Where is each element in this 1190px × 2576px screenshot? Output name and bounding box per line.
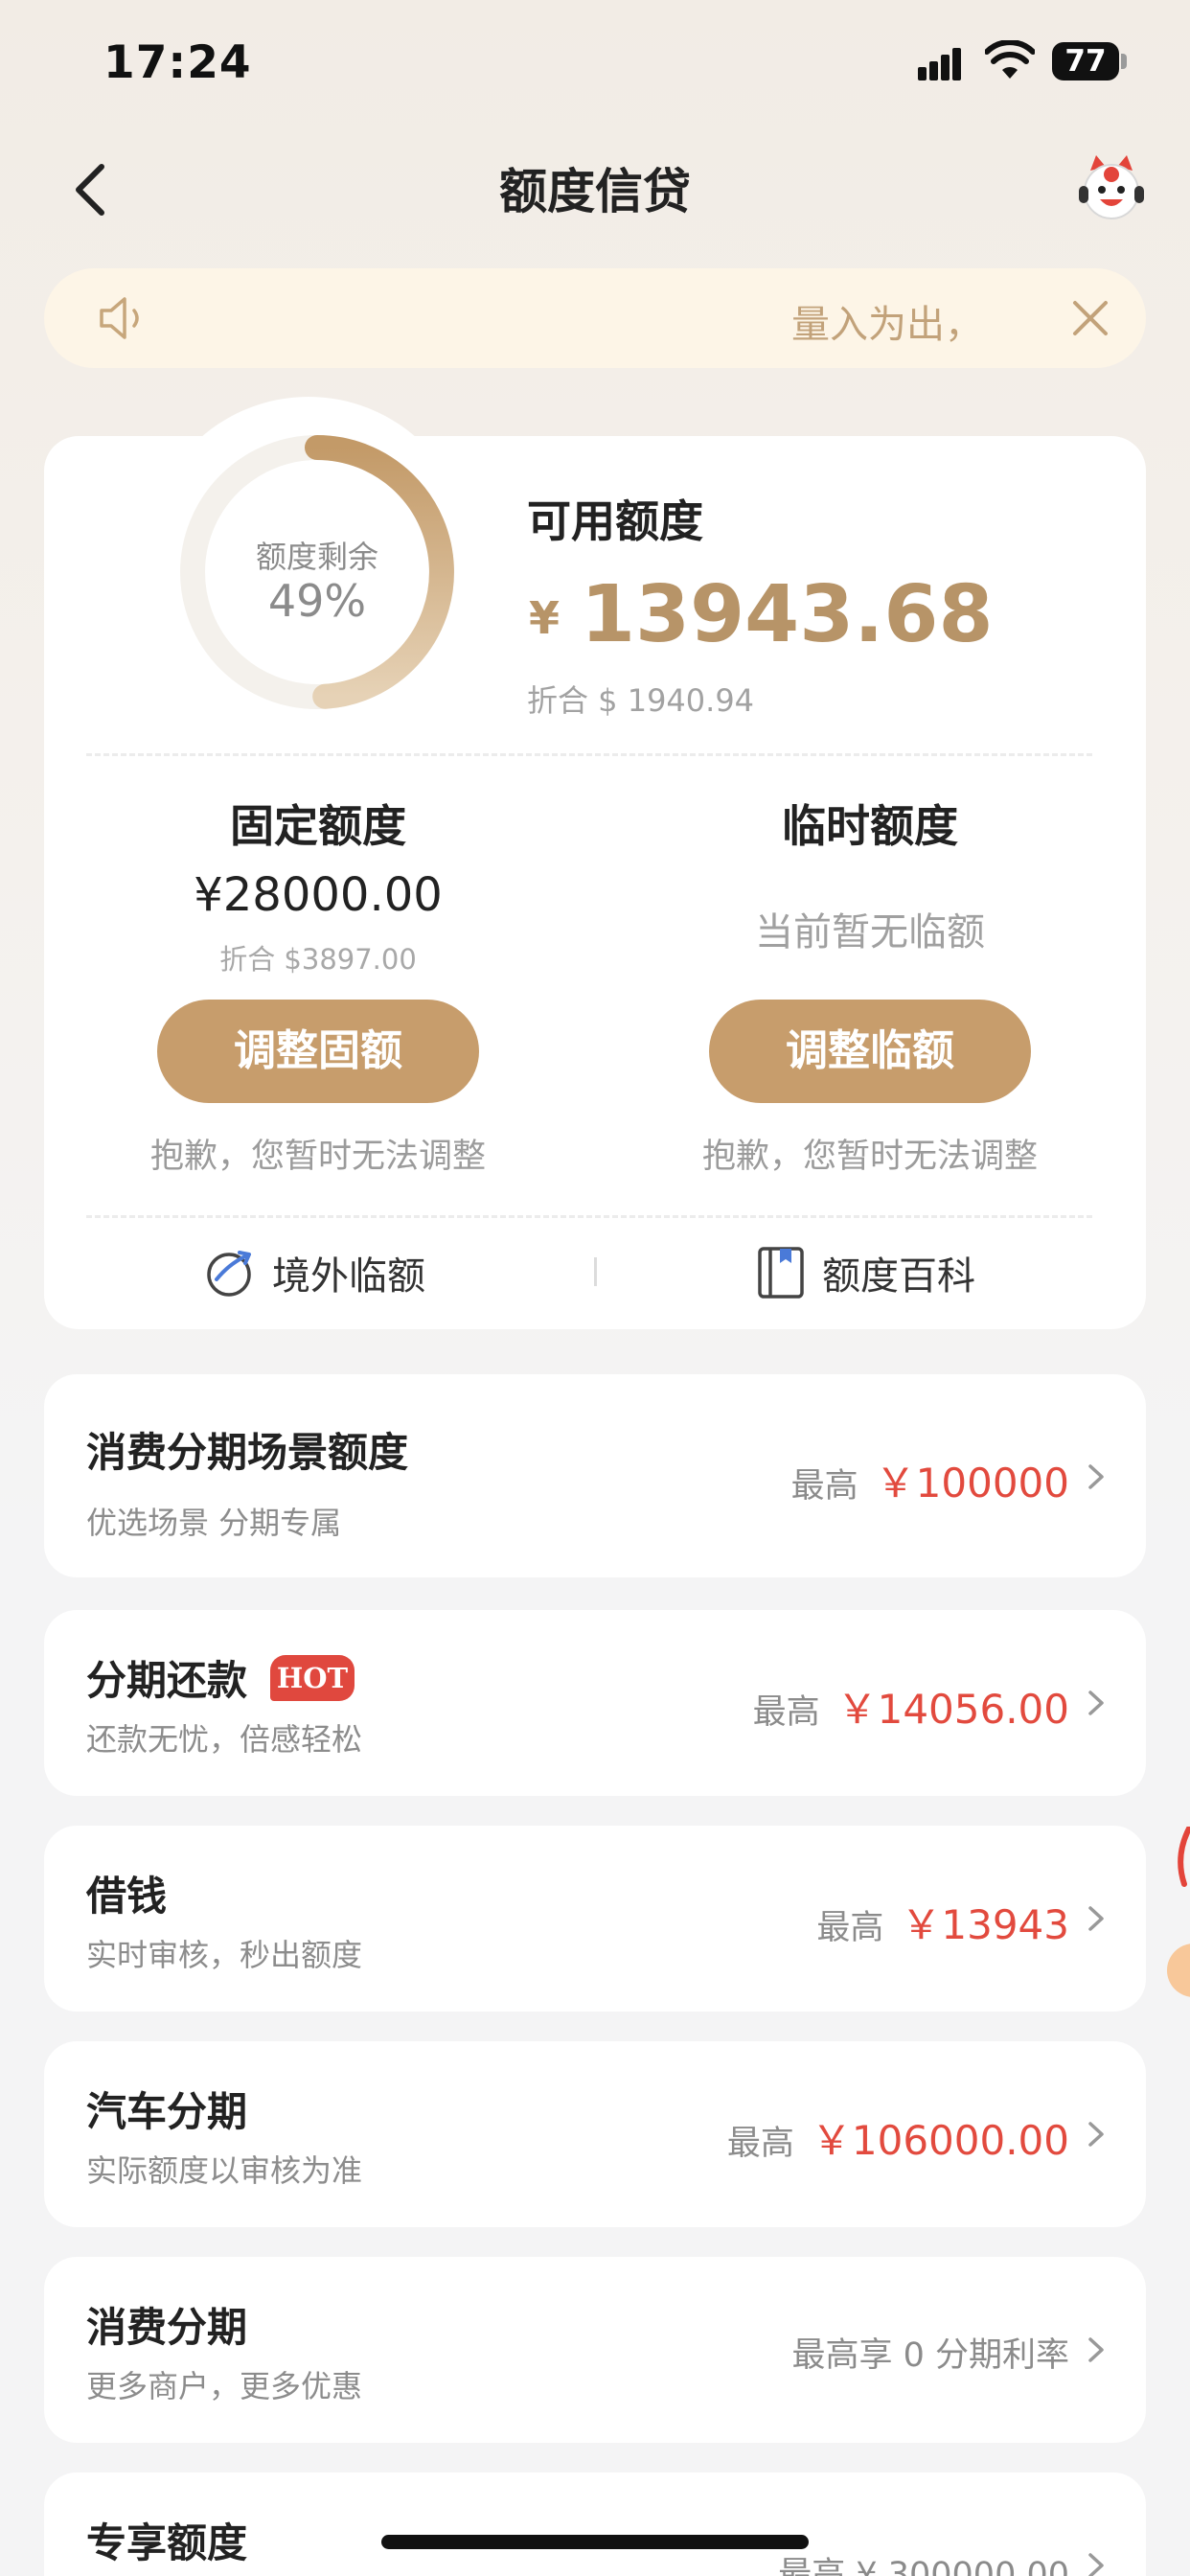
item-max-amount: ￥100000: [875, 1460, 1069, 1506]
item-title: 专享额度: [86, 2519, 248, 2566]
item-title: 借钱: [86, 1873, 168, 1920]
item-max-label: 最高: [790, 1467, 858, 1506]
globe-plane-icon: [207, 1251, 251, 1297]
list-item-exclusive-quota[interactable]: 专享额度 最高 ¥ 300000.00: [44, 2472, 1146, 2576]
link-separator: [594, 1257, 597, 1286]
fixed-quota-amount: ¥28000.00: [194, 868, 443, 922]
adjust-fixed-button[interactable]: 调整固额: [157, 1000, 479, 1103]
item-max-amount: ￥106000.00: [811, 2117, 1069, 2164]
chevron-right-icon: [1088, 2122, 1104, 2147]
fixed-quota-title: 固定额度: [230, 800, 406, 852]
notice-bar[interactable]: 量入为出，: [44, 268, 1146, 368]
item-max-amount: ￥13943: [901, 1901, 1069, 1948]
hot-badge: HOT: [270, 1654, 355, 1701]
floating-mascot-edge[interactable]: [1161, 1827, 1190, 2009]
item-max-label: 最高: [752, 1693, 820, 1732]
speaker-icon: [100, 297, 139, 339]
notice-text: 量入为出，: [791, 303, 983, 347]
close-icon[interactable]: [1065, 293, 1115, 343]
available-quota-title: 可用额度: [527, 495, 703, 547]
item-max-value: 最高 ￥14056.00: [753, 1677, 1069, 1736]
item-max-value: 最高 ￥13943: [816, 1893, 1069, 1951]
fixed-quota-equivalent: 折合 $3897.00: [219, 943, 417, 976]
item-subtitle: 还款无忧，倍感轻松: [86, 1721, 363, 1758]
item-max-text: 最高 ¥ 300000.00: [778, 2556, 1069, 2576]
item-max-label: 最高: [726, 2125, 794, 2163]
temp-adjust-note: 抱歉，您暂时无法调整: [701, 1138, 1038, 1176]
list-item-borrow[interactable]: 借钱 实时审核，秒出额度 最高 ￥13943: [44, 1826, 1146, 2012]
chevron-right-icon: [1088, 2337, 1104, 2362]
item-max-amount: ￥14056.00: [836, 1686, 1069, 1733]
page: 17:24 77 额度信贷 量入为出， 额度剩余 49% 可用额度 ¥ 1394…: [0, 0, 1190, 2576]
item-subtitle: 实际额度以审核为准: [86, 2152, 363, 2189]
item-title-row: 分期还款 HOT: [86, 1648, 355, 1707]
item-subtitle: 优选场景 分期专属: [86, 1505, 342, 1541]
status-bar: 17:24 77: [0, 0, 1190, 129]
status-time: 17:24: [103, 36, 252, 89]
chevron-right-icon: [1088, 2553, 1104, 2576]
item-max-value: 最高 ¥ 300000.00: [778, 2547, 1069, 2576]
battery-tip: [1121, 54, 1127, 69]
chevron-right-icon: [1088, 1690, 1104, 1715]
mascot-icon[interactable]: [1077, 153, 1146, 222]
chevron-right-icon: [1088, 1464, 1104, 1489]
item-max-value: 最高 ￥106000.00: [727, 2108, 1069, 2167]
battery-icon: 77: [1052, 42, 1119, 80]
list-item-scene-quota[interactable]: 消费分期场景额度 优选场景 分期专属 最高 ￥100000: [44, 1374, 1146, 1577]
temp-quota-empty: 当前暂无临额: [755, 910, 985, 954]
wifi-icon: [985, 40, 1035, 79]
currency-symbol: ¥: [529, 592, 561, 644]
divider: [86, 753, 1092, 756]
item-subtitle: 更多商户，更多优惠: [86, 2368, 363, 2404]
list-item-car-installment[interactable]: 汽车分期 实际额度以审核为准 最高 ￥106000.00: [44, 2041, 1146, 2227]
overseas-temp-label: 境外临额: [272, 1254, 425, 1299]
item-title: 汽车分期: [86, 2088, 248, 2135]
available-quota-equivalent: 折合 $ 1940.94: [527, 682, 755, 719]
page-title: 额度信贷: [499, 164, 691, 219]
quota-wiki-label: 额度百科: [822, 1254, 975, 1299]
book-icon: [758, 1247, 804, 1299]
item-title: 消费分期场景额度: [86, 1429, 409, 1476]
item-max-label: 最高: [816, 1909, 884, 1947]
fixed-adjust-note: 抱歉，您暂时无法调整: [149, 1138, 486, 1176]
item-max-text: 最高享 0 分期利率: [791, 2336, 1069, 2375]
item-title: 消费分期: [86, 2304, 248, 2351]
item-title: 分期还款: [86, 1657, 248, 1704]
item-max-value: 最高享 0 分期利率: [791, 2328, 1069, 2377]
gauge-percent: 49%: [267, 575, 367, 627]
gauge-label: 额度剩余: [255, 539, 378, 575]
item-max-value: 最高 ￥100000: [791, 1451, 1069, 1509]
divider: [86, 1215, 1092, 1218]
chevron-right-icon: [1088, 1906, 1104, 1931]
nav-bar: 额度信贷: [0, 134, 1190, 240]
overseas-temp-link[interactable]: 境外临额: [203, 1236, 425, 1309]
item-subtitle: 实时审核，秒出额度: [86, 1937, 363, 1973]
quota-wiki-link[interactable]: 额度百科: [757, 1236, 975, 1309]
available-quota-amount: 13943.68: [581, 569, 994, 660]
home-indicator: [381, 2535, 809, 2549]
temp-quota-title: 临时额度: [782, 800, 958, 852]
list-item-installment-repay[interactable]: 分期还款 HOT 还款无忧，倍感轻松 最高 ￥14056.00: [44, 1610, 1146, 1796]
signal-icon: [918, 46, 970, 80]
adjust-temp-button[interactable]: 调整临额: [709, 1000, 1031, 1103]
list-item-consumer-installment[interactable]: 消费分期 更多商户，更多优惠 最高享 0 分期利率: [44, 2257, 1146, 2443]
